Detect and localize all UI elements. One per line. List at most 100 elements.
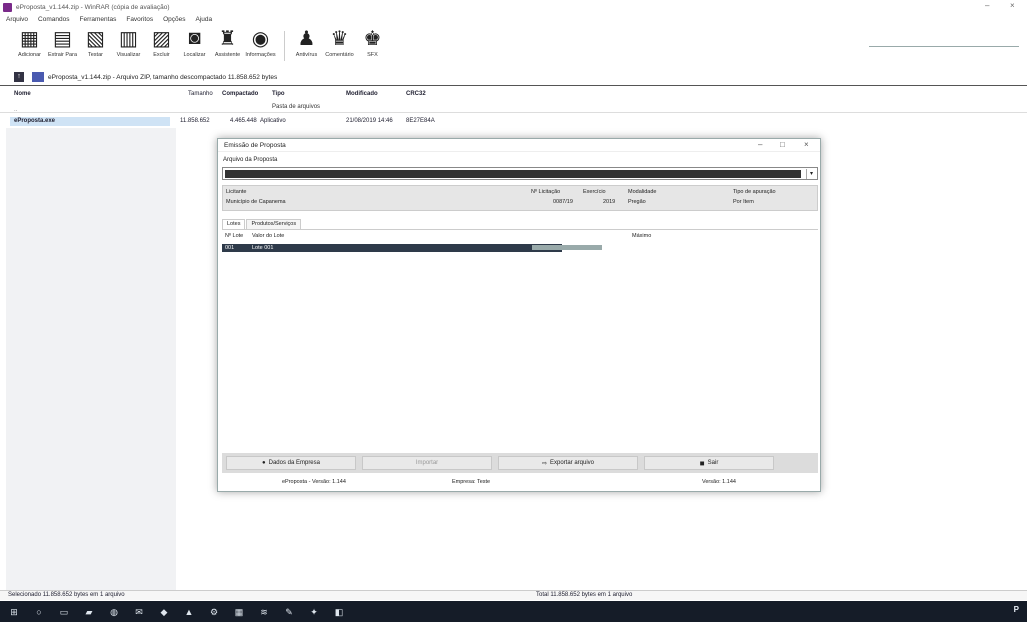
exit-button[interactable]: ◼ Sair xyxy=(644,456,774,470)
task-view-icon[interactable]: ▭ xyxy=(58,607,70,617)
dialog-status-bar: eProposta - Versão: 1.144 Empresa: Teste… xyxy=(222,477,818,489)
file-explorer-icon[interactable]: ▰ xyxy=(83,607,95,617)
modalidade-value: Pregão xyxy=(628,199,646,205)
parent-folder-row[interactable]: .. xyxy=(14,107,17,113)
column-packed[interactable]: Compactado xyxy=(222,91,258,97)
taskbar-clock[interactable]: P xyxy=(1014,605,1019,614)
row-valor: Lote 001 xyxy=(252,245,274,251)
file-type: Aplicativo xyxy=(260,118,286,124)
file-packed: 4.465.448 xyxy=(230,118,257,124)
comment-button[interactable]: ♛ Comentário xyxy=(324,25,355,59)
file-row[interactable]: eProposta.exe 11.858.652 4.465.448 Aplic… xyxy=(0,117,1027,126)
column-lote: Nº Lote xyxy=(225,233,244,239)
licitante-value: Município de Capanema xyxy=(226,199,286,205)
dialog-status-left: eProposta - Versão: 1.144 xyxy=(282,479,346,485)
find-button[interactable]: ◙ Localizar xyxy=(179,25,210,59)
file-size: 11.858.652 xyxy=(180,118,210,124)
tab-produtos-servicos[interactable]: Produtos/Serviços xyxy=(246,219,302,229)
toolbar-separator xyxy=(284,31,285,61)
column-modified[interactable]: Modificado xyxy=(346,91,378,97)
wizard-button[interactable]: ♜ Assistente xyxy=(212,25,243,59)
view-button[interactable]: ▥ Visualizar xyxy=(113,25,144,59)
proposal-file-select[interactable]: ▾ xyxy=(222,167,818,180)
archive-path[interactable]: eProposta_v1.144.zip - Arquivo ZIP, tama… xyxy=(48,74,277,81)
add-button[interactable]: ▦ Adicionar xyxy=(14,25,45,59)
tool-icon[interactable]: ✎ xyxy=(283,607,295,617)
proposal-info-grid: Licitante Município de Capanema Nº Licit… xyxy=(222,185,818,211)
menu-ferramentas[interactable]: Ferramentas xyxy=(79,16,116,23)
settings-icon[interactable]: ⚙ xyxy=(208,607,220,617)
dialog-minimize-button[interactable]: – xyxy=(758,140,762,149)
parent-folder-type: Pasta de arquivos xyxy=(272,104,321,110)
dialog-status-right: Versão: 1.144 xyxy=(702,479,736,485)
wizard-icon: ♜ xyxy=(218,27,237,50)
taskbar: ⊞ ○ ▭ ▰ ◍ ✉ ◆ ▲ ⚙ ▦ ≋ ✎ ✦ ◧ P xyxy=(0,601,1027,622)
toolbar-search-field[interactable] xyxy=(869,38,1019,47)
dialog-title: Emissão de Proposta xyxy=(224,141,286,149)
info-icon: ● xyxy=(262,460,266,466)
store-icon[interactable]: ◆ xyxy=(158,607,170,617)
licitacao-label: Nº Licitação xyxy=(531,189,561,195)
file-modified: 21/08/2019 14:46 xyxy=(346,118,393,124)
tipo-apuracao-value: Por Item xyxy=(733,199,754,205)
antivirus-button[interactable]: ♟ Antivírus xyxy=(291,25,322,59)
sfx-icon: ♚ xyxy=(363,27,382,50)
export-file-button[interactable]: ⇨ Exportar arquivo xyxy=(498,456,638,470)
network-icon[interactable]: ≋ xyxy=(258,607,270,617)
menu-favoritos[interactable]: Favoritos xyxy=(126,16,153,23)
column-crc[interactable]: CRC32 xyxy=(406,91,426,97)
winrar-taskbar-icon[interactable]: ▦ xyxy=(233,607,245,617)
licitante-label: Licitante xyxy=(226,189,247,195)
table-row[interactable]: 001 Lote 001 xyxy=(222,244,602,252)
menu-ajuda[interactable]: Ajuda xyxy=(195,16,212,23)
proposal-app-icon[interactable]: ◧ xyxy=(333,607,345,617)
info-button[interactable]: ◉ Informações xyxy=(245,25,276,59)
file-list-header: Nome Tamanho Compactado Tipo Modificado … xyxy=(0,89,1027,113)
browser-icon[interactable]: ◍ xyxy=(108,607,120,617)
minimize-button[interactable]: – xyxy=(985,1,989,10)
test-button[interactable]: ▧ Testar xyxy=(80,25,111,59)
comment-icon: ♛ xyxy=(330,27,349,50)
app-icon[interactable]: ▲ xyxy=(183,607,195,617)
exercicio-value: 2019 xyxy=(603,199,616,205)
column-type[interactable]: Tipo xyxy=(272,91,285,97)
extract-button[interactable]: ▤ Extrair Para xyxy=(47,25,78,59)
company-data-button[interactable]: ● Dados da Empresa xyxy=(226,456,356,470)
dialog-titlebar: Emissão de Proposta – □ × xyxy=(218,139,820,152)
close-button[interactable]: × xyxy=(1010,1,1015,10)
file-name: eProposta.exe xyxy=(14,118,56,124)
menu-comandos[interactable]: Comandos xyxy=(38,16,69,23)
exercicio-label: Exercício xyxy=(583,189,606,195)
virus-icon: ♟ xyxy=(297,27,316,50)
exit-icon: ◼ xyxy=(699,460,705,467)
status-bar: Selecionado 11.858.652 bytes em 1 arquiv… xyxy=(0,590,1027,600)
sfx-button[interactable]: ♚ SFX xyxy=(357,25,388,59)
utility-icon[interactable]: ✦ xyxy=(308,607,320,617)
column-size[interactable]: Tamanho xyxy=(188,91,213,97)
column-valor: Valor do Lote xyxy=(252,233,285,239)
menu-arquivo[interactable]: Arquivo xyxy=(6,16,28,23)
chevron-down-icon[interactable]: ▾ xyxy=(806,169,816,179)
mail-icon[interactable]: ✉ xyxy=(133,607,145,617)
extract-icon: ▤ xyxy=(53,27,72,50)
archive-icon xyxy=(32,72,44,82)
file-crc: 8E27E84A xyxy=(406,118,435,124)
row-lote: 001 xyxy=(225,245,235,251)
menu-opcoes[interactable]: Opções xyxy=(163,16,185,23)
proposal-dialog: Emissão de Proposta – □ × Arquivo da Pro… xyxy=(217,138,821,492)
address-bar: ↑ eProposta_v1.144.zip - Arquivo ZIP, ta… xyxy=(0,69,1027,86)
tab-lotes[interactable]: Lotes xyxy=(222,219,246,229)
info-icon: ◉ xyxy=(251,27,270,50)
dialog-close-button[interactable]: × xyxy=(804,140,809,149)
up-folder-icon[interactable]: ↑ xyxy=(14,72,24,82)
search-icon[interactable]: ○ xyxy=(33,607,45,617)
find-icon: ◙ xyxy=(188,26,201,49)
dialog-maximize-button[interactable]: □ xyxy=(780,140,785,149)
menu-bar: Arquivo Comandos Ferramentas Favoritos O… xyxy=(0,14,222,25)
column-name[interactable]: Nome xyxy=(14,91,31,97)
start-icon[interactable]: ⊞ xyxy=(8,607,20,617)
tipo-apuracao-label: Tipo de apuração xyxy=(733,189,776,195)
window-titlebar: eProposta_v1.144.zip - WinRAR (cópia de … xyxy=(0,0,1027,14)
delete-button[interactable]: ▨ Excluir xyxy=(146,25,177,59)
import-button[interactable]: Importar xyxy=(362,456,492,470)
